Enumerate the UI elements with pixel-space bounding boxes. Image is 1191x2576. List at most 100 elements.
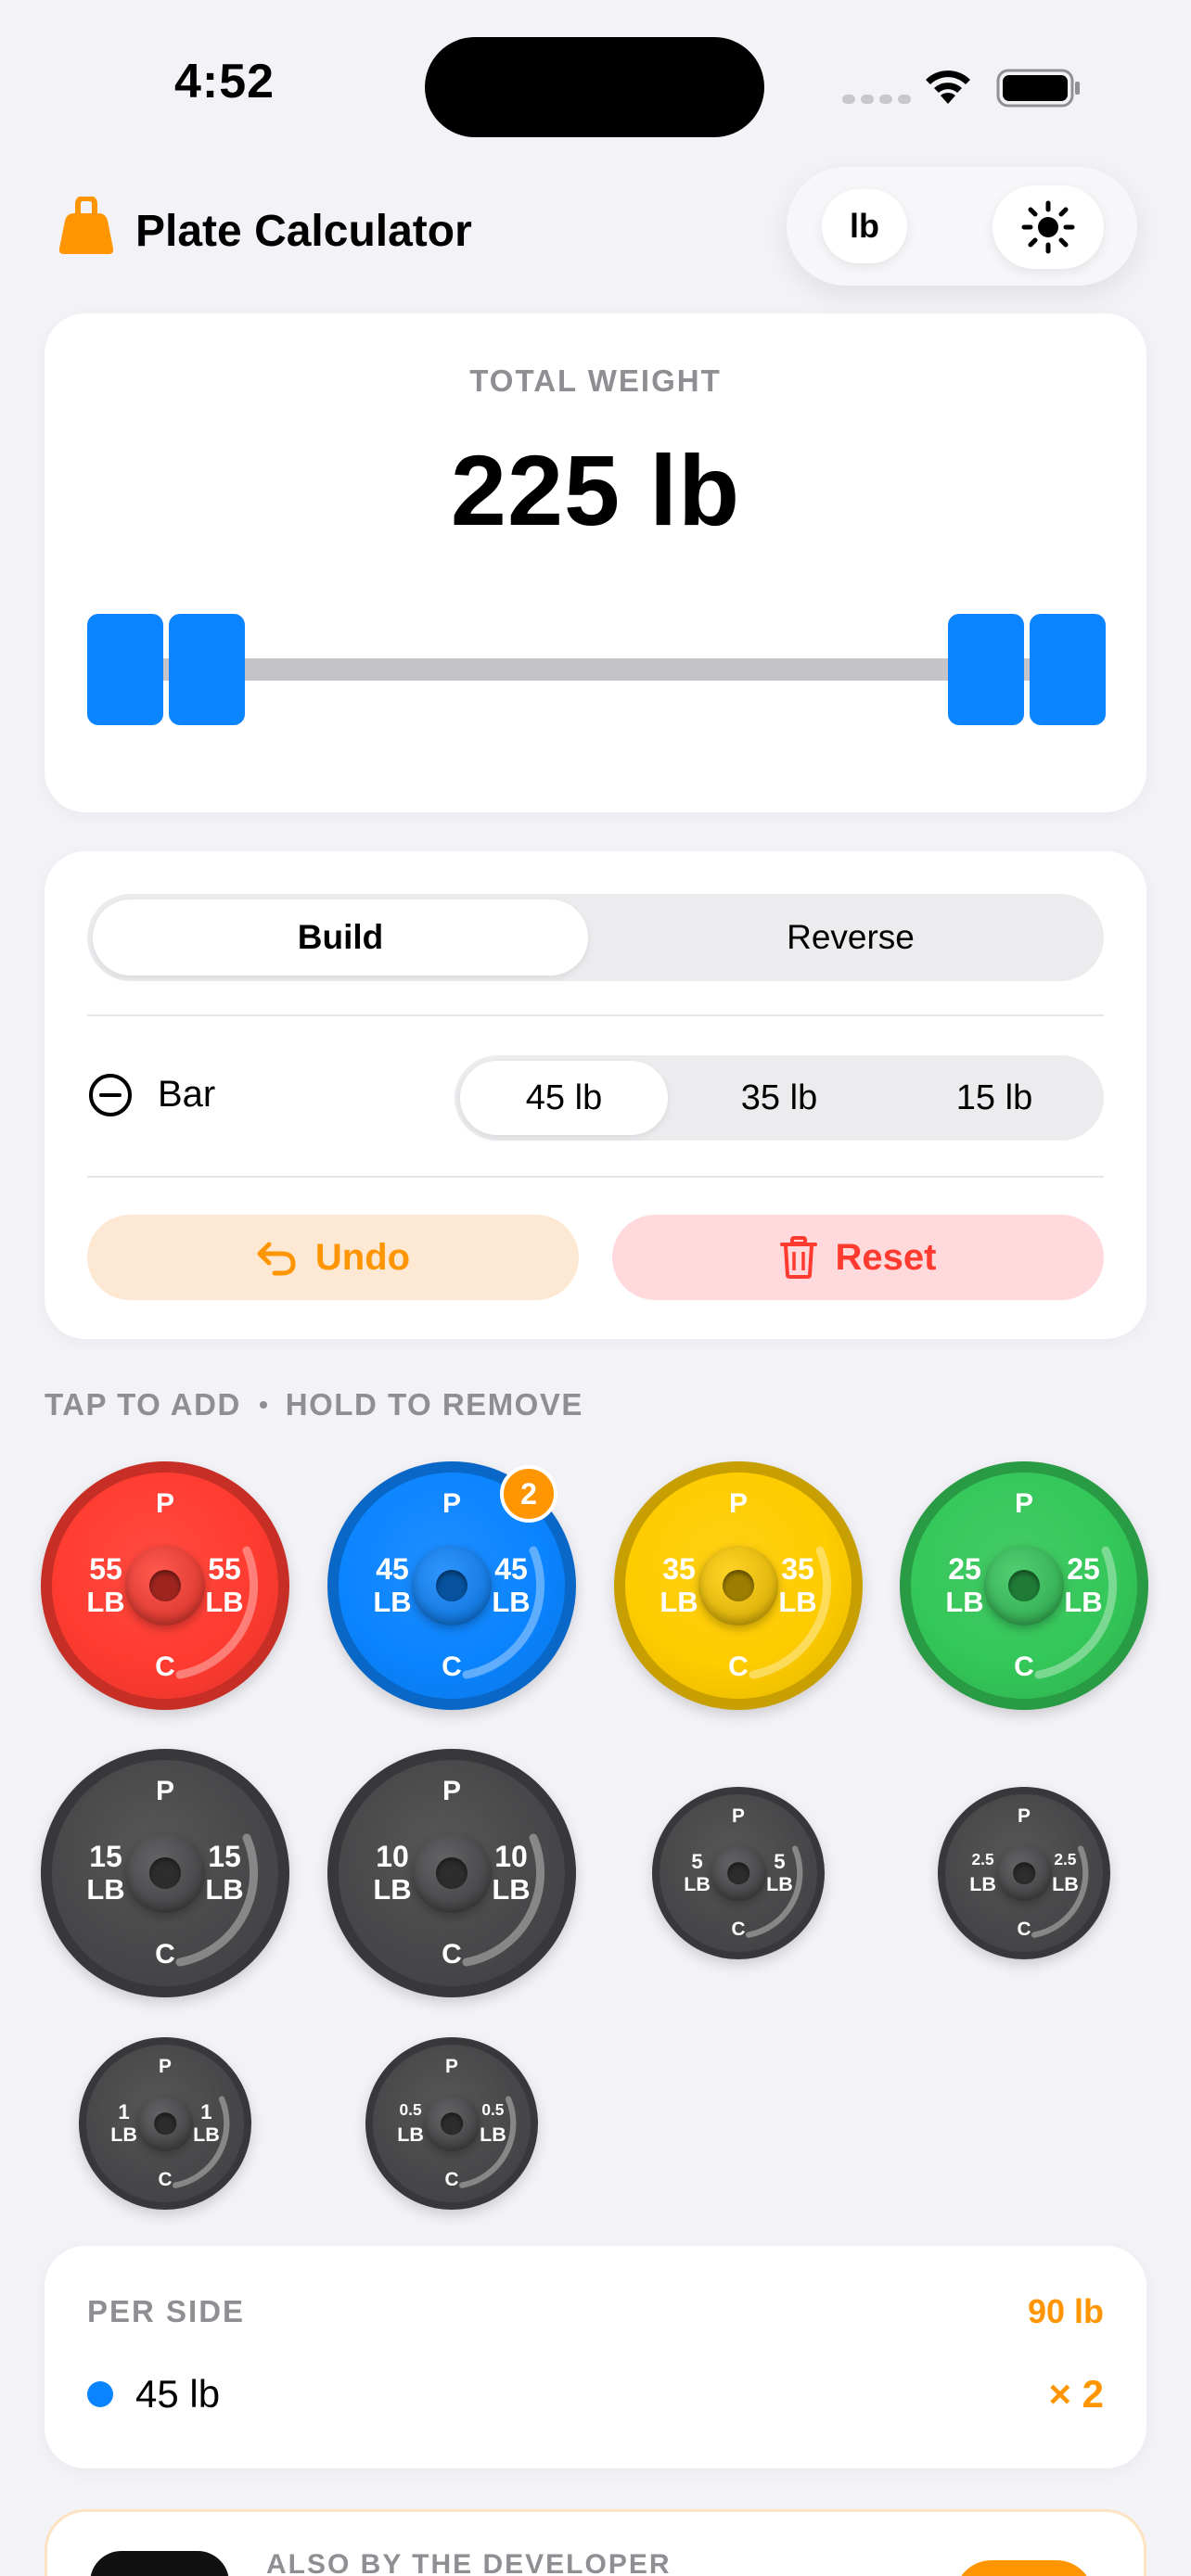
- plate-unit-right: LB: [492, 1586, 531, 1618]
- plate-45-lb-button[interactable]: P C 45 45 LB LB 2: [327, 1461, 576, 1710]
- plate-top-letter: P: [442, 1488, 461, 1519]
- reset-button[interactable]: Reset: [612, 1215, 1104, 1300]
- mode-reverse[interactable]: Reverse: [603, 899, 1098, 976]
- per-side-card: PER SIDE 90 lb 45 lb × 2: [45, 2246, 1146, 2468]
- plate-unit-left: LB: [86, 1873, 125, 1906]
- plate-2.5-lb-button[interactable]: P C 2.5 2.5 LB LB: [938, 1787, 1110, 1959]
- developer-promo-card[interactable]: ALSO BY THE DEVELOPER: [45, 2509, 1146, 2576]
- plate-top-letter: P: [159, 2055, 172, 2077]
- plate-unit-left: LB: [110, 2123, 137, 2147]
- plate-5-lb-button[interactable]: P C 5 5 LB LB: [652, 1787, 825, 1959]
- plate-weight-left: 25: [948, 1552, 981, 1586]
- plate-unit-right: LB: [778, 1586, 817, 1618]
- mode-segmented-control: Build Reverse: [87, 894, 1104, 981]
- total-weight-card: TOTAL WEIGHT 225 lb: [45, 313, 1146, 812]
- plate-unit-left: LB: [945, 1586, 984, 1618]
- plate-color-dot: [87, 2381, 113, 2407]
- plate-bottom-letter: C: [1017, 1918, 1031, 1940]
- trash-icon: [779, 1236, 817, 1279]
- per-side-total: 90 lb: [1027, 2292, 1104, 2330]
- plate-top-letter: P: [155, 1776, 174, 1806]
- divider: [87, 1176, 1104, 1178]
- plate-bottom-letter: C: [731, 1918, 746, 1940]
- plate-weight-left: 0.5: [399, 2100, 422, 2120]
- total-weight-label: TOTAL WEIGHT: [469, 363, 722, 398]
- promo-label: ALSO BY THE DEVELOPER: [266, 2549, 672, 2576]
- bar-option-45[interactable]: 45 lb: [460, 1061, 668, 1135]
- bar-option-35[interactable]: 35 lb: [675, 1061, 883, 1135]
- plate-top-letter: P: [445, 2055, 458, 2077]
- plate-unit-left: LB: [373, 1586, 412, 1618]
- plate-top-letter: P: [732, 1804, 745, 1827]
- bar-weight-segmented-control: 45 lb 35 lb 15 lb: [455, 1055, 1104, 1141]
- reset-label: Reset: [835, 1236, 937, 1278]
- plate-35-lb-button[interactable]: P C 35 35 LB LB: [614, 1461, 863, 1710]
- plate-unit-right: LB: [1064, 1586, 1103, 1618]
- barbell-plate-right-inner: [948, 614, 1024, 725]
- plate-25-lb-button[interactable]: P C 25 25 LB LB: [900, 1461, 1148, 1710]
- plate-center-hole: [1008, 1570, 1040, 1601]
- barbell-plate-left-inner: [169, 614, 245, 725]
- plate-top-letter: P: [1014, 1488, 1033, 1519]
- plate-bottom-letter: C: [442, 1939, 462, 1970]
- per-side-plate: 45 lb: [135, 2372, 221, 2416]
- app-header: Plate Calculator lb: [0, 158, 1191, 297]
- per-side-label: PER SIDE: [87, 2294, 246, 2328]
- plate-unit-right: LB: [766, 1873, 793, 1896]
- plate-1-lb-button[interactable]: P C 1 1 LB LB: [79, 2037, 251, 2210]
- plate-10-lb-button[interactable]: P C 10 10 LB LB: [327, 1749, 576, 1997]
- plate-55-lb-button[interactable]: P C 55 55 LB LB: [41, 1461, 289, 1710]
- plate-hint: TAP TO ADD HOLD TO REMOVE: [45, 1387, 583, 1422]
- undo-button[interactable]: Undo: [87, 1215, 579, 1300]
- plate-center-hole: [149, 1570, 181, 1601]
- plate-unit-left: LB: [684, 1873, 711, 1896]
- plate-weight-left: 35: [662, 1552, 696, 1586]
- promo-get-button[interactable]: [954, 2560, 1094, 2576]
- kettlebell-icon: [58, 197, 114, 254]
- plate-weight-left: 10: [376, 1840, 409, 1873]
- plate-bottom-letter: C: [155, 1651, 175, 1682]
- plate-15-lb-button[interactable]: P C 15 15 LB LB: [41, 1749, 289, 1997]
- barbell-plate-left-outer: [87, 614, 163, 725]
- plate-0.5-lb-button[interactable]: P C 0.5 0.5 LB LB: [365, 2037, 538, 2210]
- plate-unit-right: LB: [480, 2123, 506, 2147]
- plate-weight-right: 5: [774, 1850, 786, 1874]
- status-time: 4:52: [174, 55, 275, 108]
- plate-top-letter: P: [155, 1488, 174, 1519]
- plate-weight-right: 35: [781, 1552, 814, 1586]
- plate-unit-right: LB: [205, 1873, 244, 1906]
- barbell-plate-right-outer: [1030, 614, 1106, 725]
- plate-weight-left: 5: [691, 1850, 703, 1874]
- unit-toggle-button[interactable]: lb: [822, 189, 907, 263]
- plate-unit-right: LB: [205, 1586, 244, 1618]
- theme-toggle-button[interactable]: [992, 185, 1104, 269]
- plate-center-hole: [1013, 1862, 1035, 1884]
- plate-weight-right: 2.5: [1054, 1850, 1077, 1869]
- plate-weight-left: 55: [89, 1552, 122, 1586]
- barbell-bar: [156, 658, 1069, 681]
- plate-unit-right: LB: [193, 2123, 220, 2147]
- plate-weight-right: 15: [208, 1840, 241, 1873]
- plate-unit-left: LB: [86, 1586, 125, 1618]
- dynamic-island: [425, 37, 764, 137]
- hint-add: TAP TO ADD: [45, 1387, 241, 1422]
- plate-center-hole: [149, 1857, 181, 1889]
- plate-top-letter: P: [1018, 1804, 1031, 1827]
- sun-icon: [1021, 200, 1075, 254]
- promo-app-icon: [90, 2551, 229, 2576]
- plate-unit-left: LB: [969, 1873, 996, 1896]
- divider: [87, 1014, 1104, 1016]
- plate-bottom-letter: C: [442, 1651, 462, 1682]
- plate-count-badge: 2: [500, 1465, 557, 1523]
- plate-center-hole: [723, 1570, 754, 1601]
- plate-unit-left: LB: [397, 2123, 424, 2147]
- bar-label: Bar: [158, 1074, 216, 1115]
- mode-build[interactable]: Build: [93, 899, 588, 976]
- plate-weight-left: 15: [89, 1840, 122, 1873]
- total-weight-value: 225 lb: [450, 434, 741, 546]
- minus-circle-icon[interactable]: [87, 1072, 134, 1118]
- plate-unit-right: LB: [492, 1873, 531, 1906]
- plate-bottom-letter: C: [1014, 1651, 1034, 1682]
- bar-option-15[interactable]: 15 lb: [890, 1061, 1098, 1135]
- bullet-separator: [259, 1401, 267, 1409]
